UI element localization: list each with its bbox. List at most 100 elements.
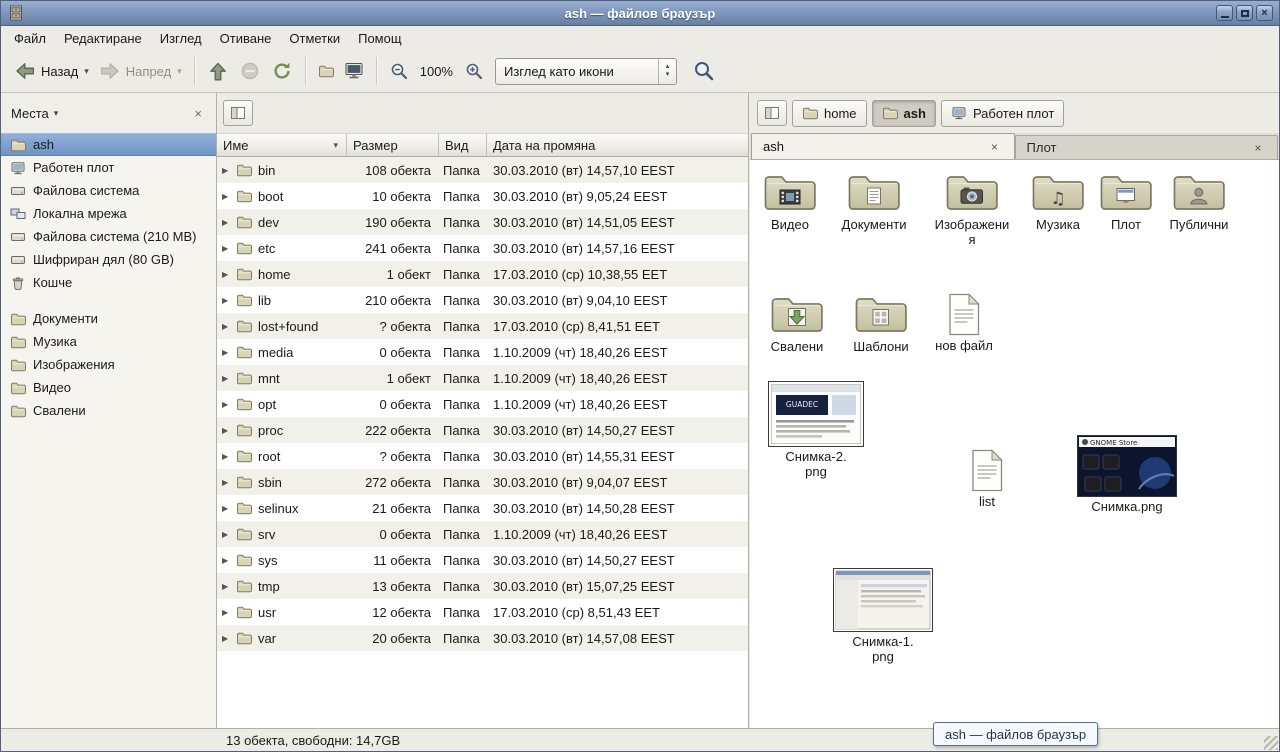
menu-help[interactable]: Помощ [349, 28, 410, 49]
expander-icon[interactable]: ▶ [222, 322, 236, 331]
expander-icon[interactable]: ▶ [222, 452, 236, 461]
column-header-date[interactable]: Дата на промяна [487, 133, 748, 157]
folder-icon [10, 380, 26, 396]
sidebar-item-video[interactable]: Видео [1, 376, 216, 399]
column-header-name[interactable]: Име▾ [217, 133, 347, 157]
breadcrumb-ash[interactable]: ash [872, 100, 936, 127]
sidebar-close-button[interactable]: × [190, 105, 206, 122]
maximize-button[interactable] [1236, 5, 1253, 21]
zoom-in-button[interactable] [459, 57, 489, 85]
expander-icon[interactable]: ▶ [222, 634, 236, 643]
expander-icon[interactable]: ▶ [222, 244, 236, 253]
expander-icon[interactable]: ▶ [222, 400, 236, 409]
reload-button[interactable] [266, 56, 298, 86]
resize-grip[interactable] [1264, 736, 1278, 750]
table-row[interactable]: ▶mnt1 обектПапка1.10.2009 (чт) 18,40,26 … [217, 365, 748, 391]
menu-bookmarks[interactable]: Отметки [280, 28, 349, 49]
sidebar-item-documents[interactable]: Документи [1, 307, 216, 330]
stop-button[interactable] [234, 56, 266, 86]
minimize-button[interactable] [1216, 5, 1233, 21]
expander-icon[interactable]: ▶ [222, 608, 236, 617]
tab-ash[interactable]: ash× [751, 133, 1015, 159]
icon-item-public[interactable]: Публични [1144, 171, 1254, 233]
table-row[interactable]: ▶media0 обектаПапка1.10.2009 (чт) 18,40,… [217, 339, 748, 365]
expander-icon[interactable]: ▶ [222, 348, 236, 357]
table-row[interactable]: ▶usr12 обектаПапка17.03.2010 (ср) 8,51,4… [217, 599, 748, 625]
expander-icon[interactable]: ▶ [222, 374, 236, 383]
sidebar-item-filesystem-210mb[interactable]: Файлова система (210 MB) [1, 225, 216, 248]
icon-item-snimka-2[interactable]: GUADECСнимка-2.png [761, 381, 871, 479]
table-row[interactable]: ▶bin108 обектаПапка30.03.2010 (вт) 14,57… [217, 157, 748, 183]
icon-item-documents[interactable]: Документи [819, 171, 929, 233]
expander-icon[interactable]: ▶ [222, 556, 236, 565]
sidebar-item-downloads[interactable]: Свалени [1, 399, 216, 422]
sidebar-item-trash[interactable]: Кошче [1, 271, 216, 294]
table-row[interactable]: ▶dev190 обектаПапка30.03.2010 (вт) 14,51… [217, 209, 748, 235]
sidebar-item-ash[interactable]: ash [1, 133, 216, 156]
expander-icon[interactable]: ▶ [222, 296, 236, 305]
back-history-dropdown-icon[interactable]: ▾ [84, 66, 89, 77]
sidebar-title[interactable]: Места [11, 106, 49, 121]
table-row[interactable]: ▶lib210 обектаПапка30.03.2010 (вт) 9,04,… [217, 287, 748, 313]
zoom-out-button[interactable] [384, 57, 414, 85]
sidebar-item-desktop[interactable]: Работен плот [1, 156, 216, 179]
menu-edit[interactable]: Редактиране [55, 28, 151, 49]
icon-item-snimka-1[interactable]: Снимка-1.png [828, 568, 938, 664]
sidebar-item-local-network[interactable]: Локална мрежа [1, 202, 216, 225]
up-button[interactable] [202, 56, 234, 86]
expander-icon[interactable]: ▶ [222, 218, 236, 227]
breadcrumb-desktop[interactable]: Работен плот [941, 100, 1064, 127]
filesystem-root-button[interactable] [223, 100, 253, 126]
tab-desktop[interactable]: Плот× [1015, 135, 1279, 159]
table-row[interactable]: ▶proc222 обектаПапка30.03.2010 (вт) 14,5… [217, 417, 748, 443]
expander-icon[interactable]: ▶ [222, 582, 236, 591]
expander-icon[interactable]: ▶ [222, 426, 236, 435]
table-row[interactable]: ▶sbin272 обектаПапка30.03.2010 (вт) 9,04… [217, 469, 748, 495]
table-row[interactable]: ▶tmp13 обектаПапка30.03.2010 (вт) 15,07,… [217, 573, 748, 599]
table-row[interactable]: ▶home1 обектПапка17.03.2010 (ср) 10,38,5… [217, 261, 748, 287]
folder-icon [236, 188, 252, 204]
table-row[interactable]: ▶srv0 обектаПапка1.10.2009 (чт) 18,40,26… [217, 521, 748, 547]
icon-item-snimka[interactable]: GNOME StoreСнимка.png [1072, 435, 1182, 515]
tab-close-button[interactable]: × [1250, 141, 1266, 155]
close-button[interactable]: × [1256, 5, 1273, 21]
forward-button[interactable]: Напред ▾ [94, 56, 187, 86]
sidebar-item-images[interactable]: Изображения [1, 353, 216, 376]
sidebar-dropdown-icon[interactable]: ▾ [54, 108, 59, 119]
table-row[interactable]: ▶etc241 обектаПапка30.03.2010 (вт) 14,57… [217, 235, 748, 261]
menu-go[interactable]: Отиване [211, 28, 281, 49]
sidebar-item-encrypted-80gb[interactable]: Шифриран дял (80 GB) [1, 248, 216, 271]
expander-icon[interactable]: ▶ [222, 270, 236, 279]
sidebar-item-filesystem[interactable]: Файлова система [1, 179, 216, 202]
forward-history-dropdown-icon[interactable]: ▾ [177, 66, 182, 77]
table-row[interactable]: ▶var20 обектаПапка30.03.2010 (вт) 14,57,… [217, 625, 748, 651]
table-row[interactable]: ▶opt0 обектаПапка1.10.2009 (чт) 18,40,26… [217, 391, 748, 417]
menu-view[interactable]: Изглед [151, 28, 211, 49]
search-button[interactable] [689, 56, 719, 86]
tab-close-button[interactable]: × [987, 140, 1003, 154]
menu-file[interactable]: Файл [5, 28, 55, 49]
table-row[interactable]: ▶root? обектаПапка30.03.2010 (вт) 14,55,… [217, 443, 748, 469]
sidebar-item-label: Файлова система [33, 183, 139, 198]
expander-icon[interactable]: ▶ [222, 530, 236, 539]
expander-icon[interactable]: ▶ [222, 192, 236, 201]
table-row[interactable]: ▶sys11 обектаПапка30.03.2010 (вт) 14,50,… [217, 547, 748, 573]
back-button[interactable]: Назад ▾ [9, 56, 94, 86]
view-mode-select[interactable]: Изглед като икони ▴ ▾ [495, 58, 677, 85]
table-row[interactable]: ▶boot10 обектаПапка30.03.2010 (вт) 9,05,… [217, 183, 748, 209]
icon-item-list[interactable]: list [932, 449, 1042, 510]
home-button[interactable] [313, 59, 339, 83]
column-header-size[interactable]: Размер [347, 133, 439, 157]
computer-button[interactable] [339, 57, 369, 85]
table-row[interactable]: ▶lost+found? обектаПапка17.03.2010 (ср) … [217, 313, 748, 339]
expander-icon[interactable]: ▶ [222, 166, 236, 175]
expander-icon[interactable]: ▶ [222, 504, 236, 513]
sidebar-item-music[interactable]: Музика [1, 330, 216, 353]
table-row[interactable]: ▶selinux21 обектаПапка30.03.2010 (вт) 14… [217, 495, 748, 521]
icon-item-new-file[interactable]: нов файл [909, 293, 1019, 354]
pathbar-root-button[interactable] [757, 100, 787, 126]
breadcrumb-home[interactable]: home [792, 100, 867, 127]
file-name: home [258, 267, 291, 282]
expander-icon[interactable]: ▶ [222, 478, 236, 487]
column-header-type[interactable]: Вид [439, 133, 487, 157]
